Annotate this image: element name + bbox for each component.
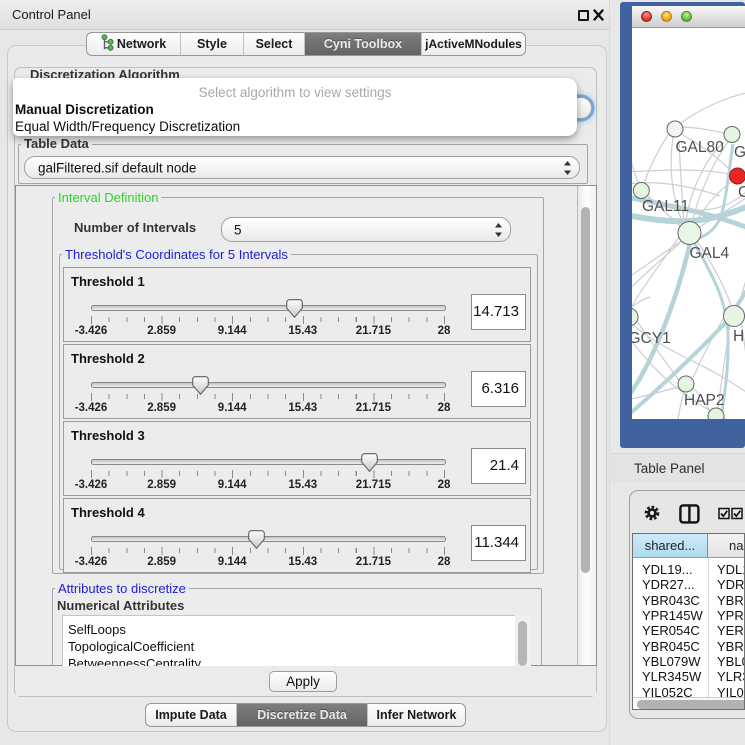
svg-text:GAL80: GAL80 [676, 139, 725, 156]
svg-text:C: C [738, 184, 745, 201]
svg-text:GAL11: GAL11 [642, 198, 689, 215]
svg-text:H: H [733, 328, 744, 345]
svg-text:GAL4: GAL4 [690, 245, 730, 262]
svg-text:HAP2: HAP2 [684, 392, 725, 409]
svg-text:GCY1: GCY1 [632, 330, 671, 347]
svg-text:GAL1: GAL1 [734, 144, 745, 161]
